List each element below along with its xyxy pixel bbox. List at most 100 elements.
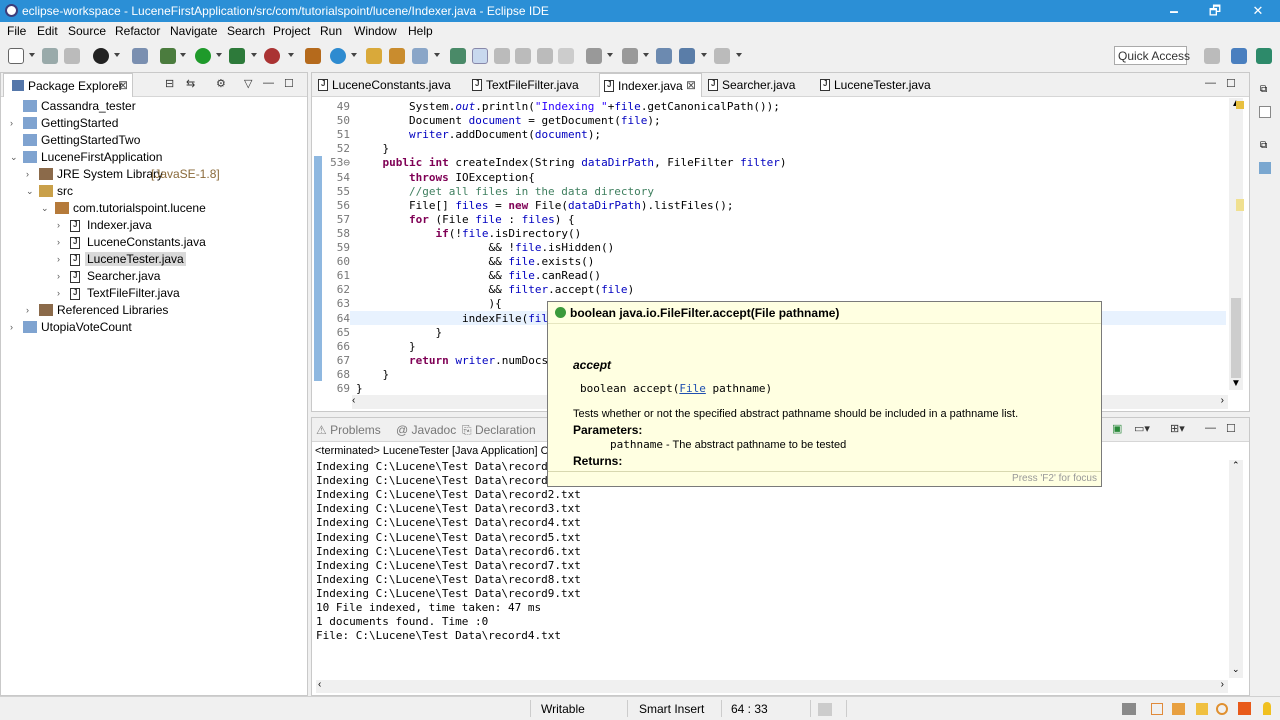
collapse-arrow-icon[interactable]: ⌄	[26, 186, 34, 197]
tab-luceneconstants-java[interactable]: LuceneConstants.java	[318, 73, 468, 97]
tree-item-gettingstartedtwo[interactable]: GettingStartedTwo	[1, 132, 301, 149]
expand-arrow-icon[interactable]: ›	[57, 220, 60, 230]
scroll-left-icon[interactable]: ‹	[318, 679, 321, 690]
last-edit-location-icon[interactable]	[656, 48, 672, 64]
run-icon[interactable]	[195, 48, 211, 64]
expand-arrow-icon[interactable]: ›	[57, 237, 60, 247]
run-dropdown-icon[interactable]	[216, 53, 222, 57]
profile-icon[interactable]	[93, 48, 109, 64]
tree-item-lucenefirstapplication[interactable]: ⌄ LuceneFirstApplication	[1, 149, 301, 166]
menu-window[interactable]: Window	[354, 24, 397, 38]
new-java-class-icon[interactable]	[330, 48, 346, 64]
tray-tutorials-icon[interactable]	[1172, 703, 1185, 715]
show-whitespace-icon[interactable]	[537, 48, 553, 64]
new-class-dropdown-icon[interactable]	[351, 53, 357, 57]
tab-javadoc[interactable]: @ Javadoc	[396, 418, 460, 442]
minimize-button[interactable]: 🗕	[1163, 2, 1185, 20]
scroll-up-icon[interactable]: ⌃	[1232, 460, 1240, 471]
new-java-project-icon[interactable]	[305, 48, 321, 64]
tree-item-cassandra-tester[interactable]: Cassandra_tester	[1, 98, 301, 115]
menu-run[interactable]: Run	[320, 24, 342, 38]
filter-icon[interactable]: ⚙	[216, 77, 226, 90]
tree-item-src[interactable]: ⌄ src	[1, 183, 301, 200]
tray-rss-icon[interactable]	[1238, 702, 1251, 715]
maximize-editor-icon[interactable]: ☐	[1226, 77, 1236, 90]
close-tab-icon[interactable]: ⊠	[118, 78, 128, 92]
toggle-breadcrumb-icon[interactable]	[450, 48, 466, 64]
tray-marketplace-icon[interactable]	[1216, 703, 1228, 715]
task-list-icon[interactable]	[1259, 106, 1271, 118]
scroll-right-icon[interactable]: ›	[1221, 679, 1224, 690]
file-type-link[interactable]: File	[679, 382, 706, 395]
coverage-dropdown-icon[interactable]	[251, 53, 257, 57]
expand-arrow-icon[interactable]: ›	[57, 288, 60, 298]
profile-dropdown-icon[interactable]	[114, 53, 120, 57]
close-tab-icon[interactable]: ⊠	[686, 78, 696, 92]
back-icon[interactable]	[679, 48, 695, 64]
tab-searcher-java[interactable]: Searcher.java	[708, 73, 818, 97]
quick-access-field[interactable]: Quick Access	[1114, 46, 1190, 65]
tree-item-lucenetester-java[interactable]: › LuceneTester.java	[1, 251, 301, 268]
new-dropdown-icon[interactable]	[29, 53, 35, 57]
tab-package-explorer[interactable]: Package Explorer ⊠	[3, 73, 133, 97]
display-console-icon[interactable]: ▭▾	[1134, 422, 1150, 435]
search-icon[interactable]	[412, 48, 428, 64]
save-icon[interactable]	[42, 48, 58, 64]
menu-source[interactable]: Source	[68, 24, 106, 38]
debug-dropdown-icon[interactable]	[180, 53, 186, 57]
maximize-console-icon[interactable]: ☐	[1226, 422, 1236, 435]
expand-arrow-icon[interactable]: ›	[57, 254, 60, 264]
minimize-editor-icon[interactable]: —	[1205, 77, 1216, 89]
tree-item-jre-library[interactable]: › JRE System Library [JavaSE-1.8]	[1, 166, 301, 183]
expand-arrow-icon[interactable]: ›	[10, 118, 13, 128]
next-annotation-dropdown-icon[interactable]	[607, 53, 613, 57]
tab-problems[interactable]: ⚠ Problems	[316, 418, 394, 442]
close-button[interactable]: ✕	[1247, 2, 1269, 20]
tree-item-package[interactable]: ⌄ com.tutorialspoint.lucene	[1, 200, 301, 217]
collapse-arrow-icon[interactable]: ⌄	[41, 203, 49, 214]
menu-edit[interactable]: Edit	[37, 24, 58, 38]
tray-updates-icon[interactable]	[1122, 703, 1136, 715]
forward-icon[interactable]	[714, 48, 730, 64]
tree-item-referenced-libraries[interactable]: › Referenced Libraries	[1, 302, 301, 319]
external-tools-icon[interactable]	[264, 48, 280, 64]
restore-icon[interactable]: ⧉	[1260, 84, 1267, 95]
tab-indexer-java[interactable]: Indexer.java⊠	[599, 73, 702, 97]
maximize-view-icon[interactable]: ☐	[284, 77, 294, 90]
tree-item-utopiavotecount[interactable]: › UtopiaVoteCount	[1, 319, 301, 336]
skip-breakpoints-icon[interactable]	[132, 48, 148, 64]
tree-item-indexer-java[interactable]: › Indexer.java	[1, 217, 301, 234]
previous-annotation-dropdown-icon[interactable]	[643, 53, 649, 57]
tab-lucenetester-java[interactable]: LuceneTester.java	[820, 73, 940, 97]
previous-annotation-icon[interactable]	[622, 48, 638, 64]
open-task-icon[interactable]	[389, 48, 405, 64]
collapse-arrow-icon[interactable]: ⌄	[10, 152, 18, 163]
save-all-icon[interactable]	[64, 48, 80, 64]
restore-icon[interactable]: ⧉	[1260, 140, 1267, 151]
menu-project[interactable]: Project	[273, 24, 310, 38]
new-icon[interactable]	[8, 48, 24, 64]
tab-textfilefilter-java[interactable]: TextFileFilter.java	[472, 73, 597, 97]
tray-book-icon[interactable]	[1151, 703, 1163, 715]
menu-search[interactable]: Search	[227, 24, 265, 38]
menu-file[interactable]: File	[7, 24, 26, 38]
expand-arrow-icon[interactable]: ›	[26, 305, 29, 315]
debug-icon[interactable]	[160, 48, 176, 64]
tree-item-textfilefilter-java[interactable]: › TextFileFilter.java	[1, 285, 301, 302]
console-vertical-scrollbar[interactable]: ⌃ ⌄	[1229, 460, 1243, 678]
open-type-icon[interactable]	[366, 48, 382, 64]
tree-item-luceneconstants-java[interactable]: › LuceneConstants.java	[1, 234, 301, 251]
javadoc-hover-popup[interactable]: boolean java.io.FileFilter.accept(File p…	[547, 301, 1102, 487]
scroll-down-icon[interactable]: ⌄	[1232, 664, 1240, 675]
console-horizontal-scrollbar[interactable]: ‹ ›	[316, 679, 1228, 693]
maximize-button[interactable]: 🗗	[1204, 2, 1226, 20]
next-annotation-icon[interactable]	[586, 48, 602, 64]
link-with-editor-icon[interactable]: ⇆	[186, 77, 195, 90]
tray-bulb-icon[interactable]	[1263, 702, 1271, 715]
forward-dropdown-icon[interactable]	[736, 53, 742, 57]
external-tools-dropdown-icon[interactable]	[288, 53, 294, 57]
scroll-right-icon[interactable]: ›	[1221, 395, 1224, 406]
tree-item-gettingstarted[interactable]: › GettingStarted	[1, 115, 301, 132]
scroll-thumb[interactable]	[1231, 298, 1241, 378]
back-dropdown-icon[interactable]	[701, 53, 707, 57]
